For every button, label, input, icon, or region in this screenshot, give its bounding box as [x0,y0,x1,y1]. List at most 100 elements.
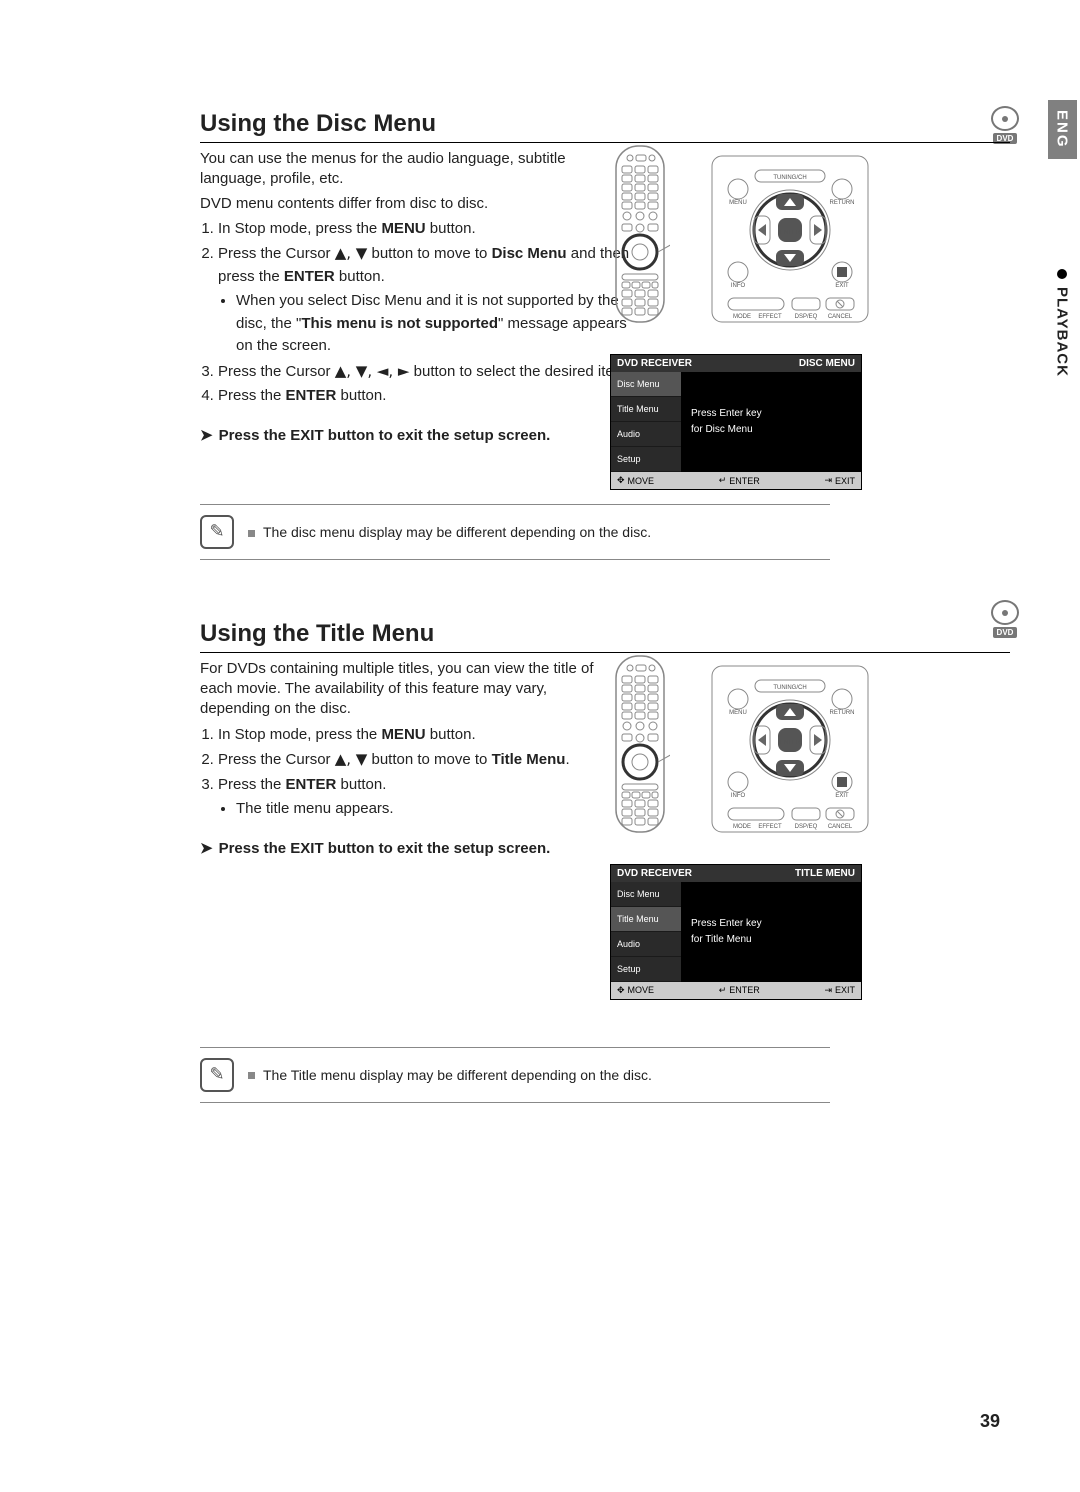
osd-exit-hint: ⇥ EXIT [824,985,855,996]
step-text: button. [336,387,386,404]
osd-header: DVD RECEIVER DISC MENU [611,355,861,372]
osd-exit-hint: ⇥ EXIT [824,475,855,486]
step-list: In Stop mode, press the MENU button. Pre… [200,218,638,408]
step-bold: Disc Menu [492,245,567,262]
remote-control-icon [610,654,670,834]
remote-control-icon [610,144,670,324]
step-text: In Stop mode, press the [218,220,381,237]
step-item: Press the Cursor ▲, ▼, ◄, ► button to se… [218,360,638,384]
step-text: button to move to [367,245,491,262]
svg-text:EXIT: EXIT [835,793,849,799]
step-text: . [565,751,569,768]
step-item: Press the ENTER button. [218,385,638,408]
svg-text:INFO: INFO [731,793,746,799]
svg-text:MENU: MENU [729,200,747,206]
sub-item: When you select Disc Menu and it is not … [236,290,638,358]
note-icon: ✎ [200,515,234,549]
note-text: The disc menu display may be different d… [248,524,651,540]
page-number: 39 [980,1411,1000,1432]
svg-text:DSP/EQ: DSP/EQ [795,314,818,320]
exit-pointer: ➤ Press the EXIT button to exit the setup… [200,839,620,857]
step-item: In Stop mode, press the MENU button. [218,218,638,241]
step-text: Press the [218,387,286,404]
step-bold: ENTER [284,268,335,285]
step-text: Press the Cursor [218,245,335,262]
svg-text:TUNING/CH: TUNING/CH [773,685,806,691]
note-row: ✎ The Title menu display may be differen… [200,1047,830,1103]
osd-screenshot-title-menu: DVD RECEIVER TITLE MENU Disc Menu Title … [610,864,862,1000]
side-tab: ENG PLAYBACK [1044,100,1080,376]
step-item: Press the Cursor ▲, ▼ button to move to … [218,748,638,772]
step-text: button. [335,268,385,285]
osd-enter-hint: ↵ ENTER [719,475,760,486]
dpad-enlarged-icon: TUNING/CH MENU RETURN INFO EXIT ENTER MO… [710,664,870,834]
osd-side-menu: Disc Menu Title Menu Audio Setup [611,882,681,982]
osd-header: DVD RECEIVER TITLE MENU [611,865,861,882]
pointer-text: Press the EXIT button to exit the setup … [219,840,551,857]
osd-item: Disc Menu [611,882,681,907]
svg-text:TUNING/CH: TUNING/CH [773,175,806,181]
pointer-arrow-icon: ➤ [200,426,213,444]
chapter-label: PLAYBACK [1054,269,1071,377]
osd-message: Press Enter key [691,406,861,422]
step-text: button. [426,220,476,237]
svg-text:EXIT: EXIT [835,283,849,289]
chapter-text: PLAYBACK [1054,287,1071,377]
intro-text: DVD menu contents differ from disc to di… [200,194,600,214]
step-list: In Stop mode, press the MENU button. Pre… [200,724,638,821]
note-icon: ✎ [200,1058,234,1092]
osd-side-menu: Disc Menu Title Menu Audio Setup [611,372,681,472]
step-item: Press the Cursor ▲, ▼ button to move to … [218,242,638,358]
osd-move-hint: ✥ MOVE [617,985,654,996]
step-text: button. [426,726,476,743]
svg-text:MODE: MODE [733,824,751,830]
osd-message: Press Enter key [691,916,861,932]
step-text: button. [336,776,386,793]
osd-body: Disc Menu Title Menu Audio Setup Press E… [611,882,861,982]
cursor-icons: ▲, ▼ [335,244,368,262]
svg-text:MENU: MENU [729,710,747,716]
section-title: Using the Title Menu [200,620,1010,653]
osd-main: Press Enter key for Title Menu [681,882,861,982]
osd-item: Title Menu [611,397,681,422]
pointer-text: Press the EXIT button to exit the setup … [219,427,551,444]
step-bold: ENTER [286,776,337,793]
osd-message: for Disc Menu [691,422,861,438]
note-row: ✎ The disc menu display may be different… [200,504,830,560]
section-title: Using the Disc Menu [200,110,1010,143]
osd-header-left: DVD RECEIVER [617,868,692,879]
step-text: Press the Cursor [218,363,335,380]
svg-text:ENTER: ENTER [780,740,801,746]
cursor-icons: ▲, ▼ [335,750,368,768]
svg-text:RETURN: RETURN [830,710,855,716]
osd-main: Press Enter key for Disc Menu [681,372,861,472]
svg-text:ENTER: ENTER [780,230,801,236]
note-text: The Title menu display may be different … [248,1067,652,1083]
exit-pointer: ➤ Press the EXIT button to exit the setup… [200,426,620,444]
svg-text:CANCEL: CANCEL [828,314,853,320]
step-bold: MENU [381,220,425,237]
intro-text: For DVDs containing multiple titles, you… [200,659,600,720]
bullet-icon [248,530,255,537]
osd-item: Setup [611,447,681,472]
sub-list: The title menu appears. [236,798,638,821]
bullet-icon [248,1072,255,1079]
sub-bold: This menu is not supported [301,315,498,332]
step-text: Press the [218,776,286,793]
section-title-menu: Using the Title Menu For DVDs containing… [200,620,1010,1103]
osd-item: Audio [611,932,681,957]
step-bold: ENTER [286,387,337,404]
pointer-arrow-icon: ➤ [200,839,213,857]
svg-text:CANCEL: CANCEL [828,824,853,830]
step-text: In Stop mode, press the [218,726,381,743]
bullet-icon [1057,269,1067,279]
osd-enter-hint: ↵ ENTER [719,985,760,996]
osd-header-left: DVD RECEIVER [617,358,692,369]
remote-illustration: TUNING/CH MENU RETURN INFO EXIT ENTER MO… [610,654,860,854]
step-text: button to move to [367,751,491,768]
osd-footer: ✥ MOVE ↵ ENTER ⇥ EXIT [611,472,861,489]
sub-item: The title menu appears. [236,798,638,821]
osd-item: Setup [611,957,681,982]
step-bold: MENU [381,726,425,743]
manual-page: ENG PLAYBACK DVD DVD Using the Disc Menu… [0,0,1080,1492]
